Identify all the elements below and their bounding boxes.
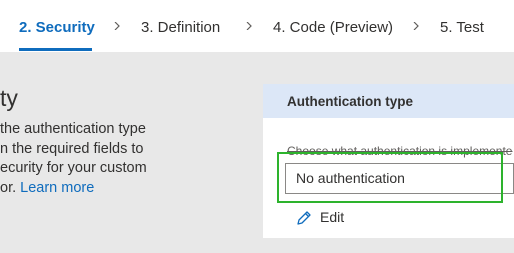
- authentication-card: Authentication type Choose what authenti…: [263, 84, 514, 238]
- card-title: Authentication type: [287, 94, 414, 109]
- description-line: or. Learn more: [0, 179, 147, 199]
- pencil-icon: [297, 211, 311, 225]
- custom-connector-wizard: 2. Security 3. Definition 4. Code (Previ…: [0, 0, 514, 253]
- step-definition[interactable]: 3. Definition: [141, 19, 220, 36]
- authentication-field-label: Choose what authentication is implemente: [287, 144, 513, 158]
- step-security[interactable]: 2. Security: [19, 19, 95, 36]
- section-description: the authentication type n the required f…: [0, 120, 147, 198]
- chevron-right-icon: [114, 22, 120, 30]
- step-test[interactable]: 5. Test: [440, 19, 484, 36]
- security-section: ty the authentication type n the require…: [0, 52, 514, 253]
- card-header: Authentication type: [263, 84, 514, 118]
- chevron-right-icon: [413, 22, 419, 30]
- description-line: n the required fields to: [0, 140, 144, 157]
- learn-more-link[interactable]: Learn more: [20, 180, 94, 196]
- section-heading: ty: [0, 85, 18, 111]
- step-code-preview[interactable]: 4. Code (Preview): [273, 19, 393, 36]
- authentication-type-select[interactable]: No authentication: [285, 163, 514, 194]
- edit-label: Edit: [320, 209, 345, 225]
- description-line: ecurity for your custom: [0, 160, 147, 176]
- chevron-right-icon: [246, 22, 252, 30]
- active-step-underline: [19, 48, 92, 51]
- description-line: the authentication type: [0, 121, 146, 137]
- wizard-steps: 2. Security 3. Definition 4. Code (Previ…: [0, 0, 514, 52]
- description-line-prefix: or.: [0, 179, 21, 196]
